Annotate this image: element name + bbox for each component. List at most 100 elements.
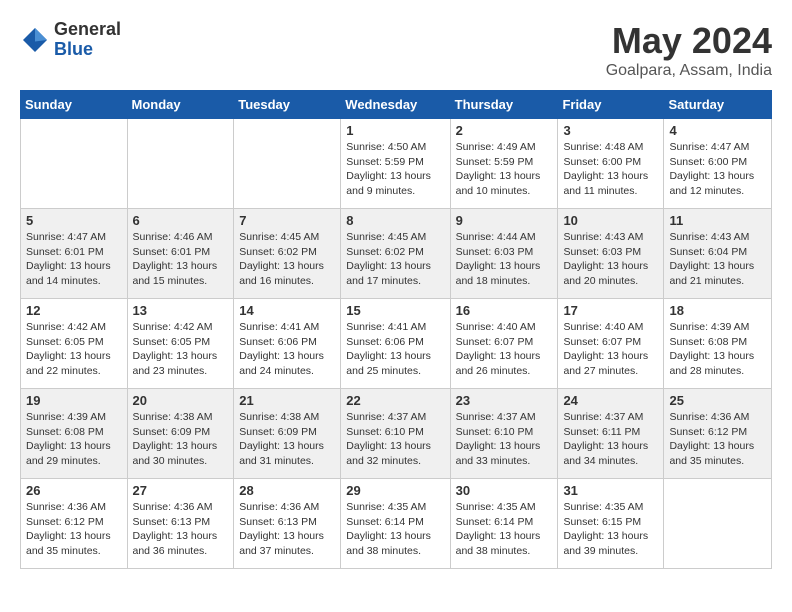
day-info: Sunrise: 4:37 AM Sunset: 6:10 PM Dayligh… xyxy=(346,410,444,469)
logo-general-text: General xyxy=(54,20,121,40)
day-number: 26 xyxy=(26,483,122,498)
day-info: Sunrise: 4:40 AM Sunset: 6:07 PM Dayligh… xyxy=(563,320,658,379)
calendar-cell: 14 Sunrise: 4:41 AM Sunset: 6:06 PM Dayli… xyxy=(234,299,341,389)
day-number: 19 xyxy=(26,393,122,408)
day-info: Sunrise: 4:45 AM Sunset: 6:02 PM Dayligh… xyxy=(239,230,335,289)
calendar-cell: 30 Sunrise: 4:35 AM Sunset: 6:14 PM Dayli… xyxy=(450,479,558,569)
day-info: Sunrise: 4:43 AM Sunset: 6:04 PM Dayligh… xyxy=(669,230,766,289)
day-info: Sunrise: 4:49 AM Sunset: 5:59 PM Dayligh… xyxy=(456,140,553,199)
calendar-table: SundayMondayTuesdayWednesdayThursdayFrid… xyxy=(20,90,772,569)
calendar-cell: 17 Sunrise: 4:40 AM Sunset: 6:07 PM Dayli… xyxy=(558,299,664,389)
title-block: May 2024 Goalpara, Assam, India xyxy=(606,20,772,80)
calendar-cell: 6Sunrise: 4:46 AM Sunset: 6:01 PM Daylig… xyxy=(127,209,234,299)
day-number: 11 xyxy=(669,213,766,228)
day-info: Sunrise: 4:38 AM Sunset: 6:09 PM Dayligh… xyxy=(133,410,229,469)
day-info: Sunrise: 4:42 AM Sunset: 6:05 PM Dayligh… xyxy=(26,320,122,379)
calendar-cell: 10 Sunrise: 4:43 AM Sunset: 6:03 PM Dayli… xyxy=(558,209,664,299)
calendar-cell: 2 Sunrise: 4:49 AM Sunset: 5:59 PM Daylig… xyxy=(450,119,558,209)
calendar-cell xyxy=(21,119,128,209)
day-info: Sunrise: 4:45 AM Sunset: 6:02 PM Dayligh… xyxy=(346,230,444,289)
logo: General Blue xyxy=(20,20,121,60)
day-number: 5 xyxy=(26,213,122,228)
day-info: Sunrise: 4:41 AM Sunset: 6:06 PM Dayligh… xyxy=(346,320,444,379)
day-number: 14 xyxy=(239,303,335,318)
header-cell-wednesday: Wednesday xyxy=(341,91,450,119)
calendar-header-row: SundayMondayTuesdayWednesdayThursdayFrid… xyxy=(21,91,772,119)
calendar-cell: 28 Sunrise: 4:36 AM Sunset: 6:13 PM Dayli… xyxy=(234,479,341,569)
day-number: 6 xyxy=(133,213,229,228)
day-info: Sunrise: 4:37 AM Sunset: 6:11 PM Dayligh… xyxy=(563,410,658,469)
calendar-week-row: 19 Sunrise: 4:39 AM Sunset: 6:08 PM Dayli… xyxy=(21,389,772,479)
calendar-cell: 18Sunrise: 4:39 AM Sunset: 6:08 PM Dayli… xyxy=(664,299,772,389)
header-cell-thursday: Thursday xyxy=(450,91,558,119)
calendar-cell: 9 Sunrise: 4:44 AM Sunset: 6:03 PM Daylig… xyxy=(450,209,558,299)
calendar-cell xyxy=(127,119,234,209)
calendar-cell: 5Sunrise: 4:47 AM Sunset: 6:01 PM Daylig… xyxy=(21,209,128,299)
day-info: Sunrise: 4:36 AM Sunset: 6:12 PM Dayligh… xyxy=(26,500,122,559)
calendar-cell: 21Sunrise: 4:38 AM Sunset: 6:09 PM Dayli… xyxy=(234,389,341,479)
day-info: Sunrise: 4:50 AM Sunset: 5:59 PM Dayligh… xyxy=(346,140,444,199)
day-number: 28 xyxy=(239,483,335,498)
calendar-cell xyxy=(664,479,772,569)
day-info: Sunrise: 4:36 AM Sunset: 6:12 PM Dayligh… xyxy=(669,410,766,469)
day-number: 31 xyxy=(563,483,658,498)
calendar-week-row: 12 Sunrise: 4:42 AM Sunset: 6:05 PM Dayli… xyxy=(21,299,772,389)
day-number: 30 xyxy=(456,483,553,498)
logo-text: General Blue xyxy=(54,20,121,60)
logo-icon xyxy=(20,25,50,55)
calendar-cell: 25 Sunrise: 4:36 AM Sunset: 6:12 PM Dayli… xyxy=(664,389,772,479)
day-number: 12 xyxy=(26,303,122,318)
day-info: Sunrise: 4:43 AM Sunset: 6:03 PM Dayligh… xyxy=(563,230,658,289)
calendar-cell: 20Sunrise: 4:38 AM Sunset: 6:09 PM Dayli… xyxy=(127,389,234,479)
calendar-cell: 1 Sunrise: 4:50 AM Sunset: 5:59 PM Daylig… xyxy=(341,119,450,209)
day-info: Sunrise: 4:42 AM Sunset: 6:05 PM Dayligh… xyxy=(133,320,229,379)
day-info: Sunrise: 4:35 AM Sunset: 6:14 PM Dayligh… xyxy=(346,500,444,559)
day-info: Sunrise: 4:41 AM Sunset: 6:06 PM Dayligh… xyxy=(239,320,335,379)
calendar-cell xyxy=(234,119,341,209)
day-number: 9 xyxy=(456,213,553,228)
day-number: 25 xyxy=(669,393,766,408)
day-number: 29 xyxy=(346,483,444,498)
header-cell-friday: Friday xyxy=(558,91,664,119)
day-number: 24 xyxy=(563,393,658,408)
calendar-cell: 24 Sunrise: 4:37 AM Sunset: 6:11 PM Dayli… xyxy=(558,389,664,479)
calendar-cell: 27Sunrise: 4:36 AM Sunset: 6:13 PM Dayli… xyxy=(127,479,234,569)
page-header: General Blue May 2024 Goalpara, Assam, I… xyxy=(20,20,772,80)
calendar-cell: 8 Sunrise: 4:45 AM Sunset: 6:02 PM Daylig… xyxy=(341,209,450,299)
calendar-week-row: 1 Sunrise: 4:50 AM Sunset: 5:59 PM Daylig… xyxy=(21,119,772,209)
day-info: Sunrise: 4:37 AM Sunset: 6:10 PM Dayligh… xyxy=(456,410,553,469)
day-number: 3 xyxy=(563,123,658,138)
calendar-subtitle: Goalpara, Assam, India xyxy=(606,62,772,80)
calendar-cell: 31Sunrise: 4:35 AM Sunset: 6:15 PM Dayli… xyxy=(558,479,664,569)
calendar-week-row: 26 Sunrise: 4:36 AM Sunset: 6:12 PM Dayli… xyxy=(21,479,772,569)
day-info: Sunrise: 4:39 AM Sunset: 6:08 PM Dayligh… xyxy=(26,410,122,469)
day-number: 18 xyxy=(669,303,766,318)
day-info: Sunrise: 4:44 AM Sunset: 6:03 PM Dayligh… xyxy=(456,230,553,289)
day-info: Sunrise: 4:48 AM Sunset: 6:00 PM Dayligh… xyxy=(563,140,658,199)
calendar-cell: 11 Sunrise: 4:43 AM Sunset: 6:04 PM Dayli… xyxy=(664,209,772,299)
calendar-cell: 22Sunrise: 4:37 AM Sunset: 6:10 PM Dayli… xyxy=(341,389,450,479)
header-cell-tuesday: Tuesday xyxy=(234,91,341,119)
day-info: Sunrise: 4:36 AM Sunset: 6:13 PM Dayligh… xyxy=(239,500,335,559)
day-number: 10 xyxy=(563,213,658,228)
calendar-cell: 3 Sunrise: 4:48 AM Sunset: 6:00 PM Daylig… xyxy=(558,119,664,209)
calendar-cell: 15Sunrise: 4:41 AM Sunset: 6:06 PM Dayli… xyxy=(341,299,450,389)
calendar-cell: 12 Sunrise: 4:42 AM Sunset: 6:05 PM Dayli… xyxy=(21,299,128,389)
day-number: 2 xyxy=(456,123,553,138)
day-info: Sunrise: 4:36 AM Sunset: 6:13 PM Dayligh… xyxy=(133,500,229,559)
day-info: Sunrise: 4:35 AM Sunset: 6:14 PM Dayligh… xyxy=(456,500,553,559)
day-number: 8 xyxy=(346,213,444,228)
calendar-week-row: 5Sunrise: 4:47 AM Sunset: 6:01 PM Daylig… xyxy=(21,209,772,299)
day-number: 4 xyxy=(669,123,766,138)
calendar-cell: 7 Sunrise: 4:45 AM Sunset: 6:02 PM Daylig… xyxy=(234,209,341,299)
calendar-cell: 16 Sunrise: 4:40 AM Sunset: 6:07 PM Dayli… xyxy=(450,299,558,389)
day-number: 17 xyxy=(563,303,658,318)
day-info: Sunrise: 4:38 AM Sunset: 6:09 PM Dayligh… xyxy=(239,410,335,469)
header-cell-monday: Monday xyxy=(127,91,234,119)
day-number: 16 xyxy=(456,303,553,318)
day-number: 1 xyxy=(346,123,444,138)
day-number: 7 xyxy=(239,213,335,228)
day-info: Sunrise: 4:40 AM Sunset: 6:07 PM Dayligh… xyxy=(456,320,553,379)
day-number: 23 xyxy=(456,393,553,408)
header-cell-sunday: Sunday xyxy=(21,91,128,119)
